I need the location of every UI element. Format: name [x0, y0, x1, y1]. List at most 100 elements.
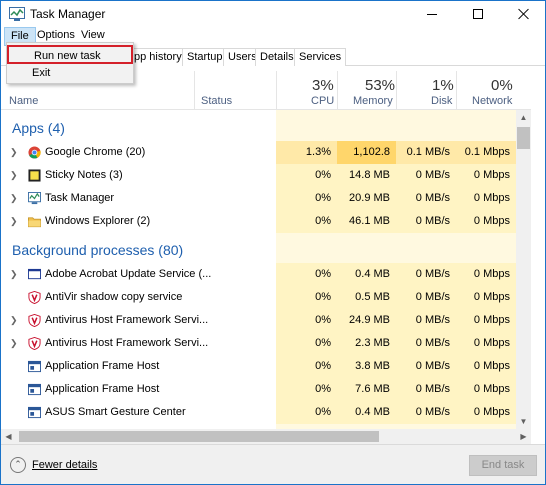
horizontal-scroll-thumb[interactable] — [19, 431, 379, 442]
process-name: Application Frame Host — [45, 360, 160, 372]
minimize-icon — [427, 13, 437, 15]
vertical-scrollbar[interactable]: ▲ ▼ — [516, 110, 531, 429]
process-name: Antivirus Host Framework Servi... — [45, 314, 209, 326]
table-row[interactable]: AntiVir shadow copy service 0% 0.5 MB 0 … — [1, 286, 531, 309]
memory-value: 20.9 MB — [337, 187, 396, 210]
column-disk[interactable]: Disk — [431, 95, 452, 107]
cpu-value: 0% — [276, 401, 337, 424]
disk-value: 0 MB/s — [396, 401, 456, 424]
column-cpu[interactable]: CPU — [311, 95, 334, 107]
disk-value: 0.1 MB/s — [396, 141, 456, 164]
cpu-value: 0% — [276, 332, 337, 355]
task-manager-window: Task Manager File Options View pp histor… — [0, 0, 546, 485]
network-value: 0 Mbps — [456, 286, 516, 309]
memory-percent: 53% — [365, 77, 396, 94]
process-name: Sticky Notes (3) — [45, 169, 123, 181]
antivirus-host-icon — [28, 314, 41, 327]
table-row[interactable]: ASUS Smart Gesture Center 0% 0.4 MB 0 MB… — [1, 401, 531, 424]
table-row[interactable]: ❯ Antivirus Host Framework Servi... 0% 2… — [1, 332, 531, 355]
task-manager-icon — [28, 192, 41, 205]
memory-value: 24.9 MB — [337, 309, 396, 332]
process-name: Google Chrome (20) — [45, 146, 146, 158]
cpu-percent: 3% — [312, 77, 334, 94]
cpu-value: 0% — [276, 210, 337, 233]
network-value: 0 Mbps — [456, 309, 516, 332]
expand-chevron-icon[interactable]: ❯ — [10, 269, 18, 280]
expand-chevron-icon[interactable]: ❯ — [10, 147, 18, 158]
table-row[interactable]: ❯ Antivirus Host Framework Servi... 0% 2… — [1, 309, 531, 332]
tab-startup[interactable]: Startup — [182, 48, 228, 66]
fewer-details-link[interactable]: Fewer details — [32, 459, 97, 471]
table-row[interactable]: ❯ Windows Explorer (2) 0% 46.1 MB 0 MB/s… — [1, 210, 531, 233]
memory-value: 46.1 MB — [337, 210, 396, 233]
scroll-right-arrow-icon[interactable]: ▶ — [516, 429, 531, 444]
process-name: Application Frame Host — [45, 383, 160, 395]
horizontal-scrollbar[interactable]: ◀ ▶ — [1, 429, 531, 444]
cpu-value: 0% — [276, 286, 337, 309]
network-value: 0 Mbps — [456, 355, 516, 378]
memory-value: 7.6 MB — [337, 378, 396, 401]
maximize-button[interactable] — [455, 1, 501, 27]
cpu-value: 1.3% — [276, 141, 337, 164]
column-separator — [396, 71, 397, 109]
expand-chevron-icon[interactable]: ❯ — [10, 216, 18, 227]
tab-details[interactable]: Details — [255, 48, 299, 66]
background-section-header[interactable]: Background processes (80) — [12, 242, 183, 258]
run-new-task-menu-item[interactable]: Run new task — [7, 45, 133, 64]
tab-services[interactable]: Services — [294, 48, 347, 66]
table-row[interactable]: ❯ Adobe Acrobat Update Service (... 0% 0… — [1, 263, 531, 286]
disk-value: 0 MB/s — [396, 309, 456, 332]
network-value: 0 Mbps — [456, 401, 516, 424]
footer-bar: ⌃ Fewer details End task — [1, 444, 545, 484]
close-button[interactable] — [501, 1, 545, 27]
disk-value: 0 MB/s — [396, 286, 456, 309]
memory-value: 0.4 MB — [337, 401, 396, 424]
column-separator — [276, 71, 277, 109]
process-name: ASUS Smart Gesture Center — [45, 406, 186, 418]
chevron-up-icon[interactable]: ⌃ — [10, 457, 26, 473]
expand-chevron-icon[interactable]: ❯ — [10, 315, 18, 326]
apps-section-header[interactable]: Apps (4) — [12, 120, 65, 136]
memory-value: 14.8 MB — [337, 164, 396, 187]
table-row[interactable]: ❯ Google Chrome (20) 1.3% 1,102.8 MB 0.1… — [1, 141, 531, 181]
disk-value: 0 MB/s — [396, 355, 456, 378]
column-separator — [194, 71, 195, 109]
column-network[interactable]: Network — [472, 95, 512, 107]
close-icon — [518, 8, 530, 20]
cpu-value: 0% — [276, 187, 337, 210]
column-memory[interactable]: Memory — [353, 95, 393, 107]
scroll-down-arrow-icon[interactable]: ▼ — [516, 414, 531, 429]
cpu-value: 0% — [276, 164, 337, 187]
memory-value: 1,102.8 MB — [337, 141, 396, 181]
scroll-up-arrow-icon[interactable]: ▲ — [516, 110, 531, 125]
table-row[interactable]: ❯ Sticky Notes (3) 0% 14.8 MB 0 MB/s 0 M… — [1, 164, 531, 187]
scroll-left-arrow-icon[interactable]: ◀ — [1, 429, 16, 444]
table-row[interactable]: Application Frame Host 0% 7.6 MB 0 MB/s … — [1, 378, 531, 401]
network-percent: 0% — [491, 77, 513, 94]
disk-value: 0 MB/s — [396, 332, 456, 355]
cpu-value: 0% — [276, 378, 337, 401]
process-list: Apps (4) ❯ Google Chrome (20) 1.3% 1,102… — [1, 110, 531, 429]
memory-value: 0.5 MB — [337, 286, 396, 309]
antivirus-host-icon — [28, 337, 41, 350]
column-status[interactable]: Status — [201, 95, 232, 107]
explorer-icon — [28, 217, 41, 228]
expand-chevron-icon[interactable]: ❯ — [10, 338, 18, 349]
minimize-button[interactable] — [409, 1, 455, 27]
memory-value: 2.3 MB — [337, 332, 396, 355]
scroll-thumb[interactable] — [517, 127, 530, 149]
table-row[interactable]: Application Frame Host 0% 3.8 MB 0 MB/s … — [1, 355, 531, 378]
app-frame-host-icon — [28, 383, 41, 396]
expand-chevron-icon[interactable]: ❯ — [10, 170, 18, 181]
tab-app-history[interactable]: pp history — [129, 48, 187, 66]
expand-chevron-icon[interactable]: ❯ — [10, 193, 18, 204]
network-value: 0.1 Mbps — [456, 141, 516, 164]
chrome-icon — [28, 146, 41, 159]
end-task-button[interactable]: End task — [469, 455, 537, 476]
column-name[interactable]: Name — [9, 95, 38, 107]
network-value: 0 Mbps — [456, 210, 516, 233]
asus-gesture-icon — [28, 406, 41, 419]
table-row[interactable]: ❯ Task Manager 0% 20.9 MB 0 MB/s 0 Mbps — [1, 187, 531, 210]
exit-menu-item[interactable]: Exit — [7, 64, 133, 83]
window-title: Task Manager — [30, 7, 106, 21]
